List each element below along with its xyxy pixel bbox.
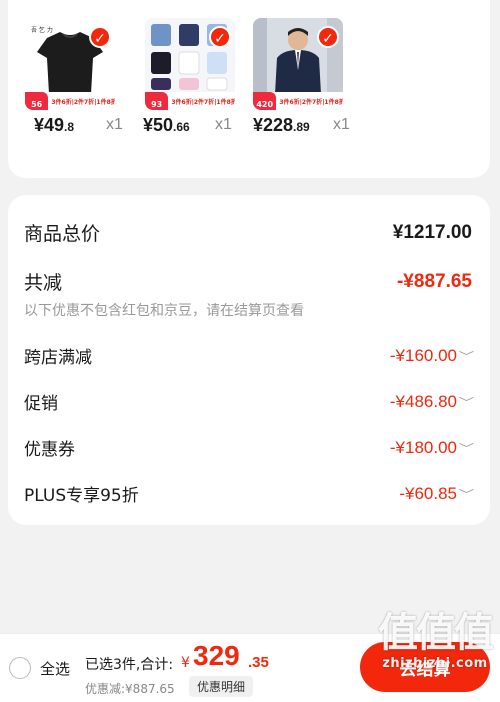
total-price-value: ¥1217.00 [392, 221, 472, 243]
total-reduction-row: 共减 -¥887.65 [24, 268, 472, 295]
sum-decimal: .35 [248, 654, 269, 671]
chevron-down-icon[interactable]: ﹀ [459, 394, 474, 410]
total-price-label: 商品总价 [24, 223, 101, 245]
sum-currency: ¥ [181, 655, 190, 671]
discount-row-plus[interactable]: PLUS专享95折 -¥60.85 ﹀ [24, 481, 474, 507]
sum-integer: 329 [193, 640, 240, 671]
price-summary-card: 商品总价 ¥1217.00 共减 -¥887.65 以下优惠不包含红包和京豆，请… [8, 195, 490, 525]
total-reduction-label: 共减 [24, 272, 63, 294]
svg-text:吾 乞 力: 吾 乞 力 [31, 26, 53, 34]
total-price-row: 商品总价 ¥1217.00 [24, 219, 472, 246]
discount-detail-button[interactable]: 优惠明细 [189, 676, 254, 697]
price-decimal: .66 [173, 120, 190, 134]
watermark-url: zhizhizhi.com [382, 656, 488, 671]
promo-strip: 93 3件6折|2件7折|1件8折 [145, 92, 235, 110]
promo-text: 3件6折|2件7折|1件8折 [279, 98, 343, 106]
price-decimal: .8 [64, 120, 75, 134]
quantity-label: x1 [333, 116, 350, 133]
discount-value: -¥160.00 [389, 345, 457, 365]
discount-label: 优惠券 [24, 440, 75, 460]
discount-label: 促销 [24, 394, 58, 414]
price-integer: ¥49 [34, 115, 65, 135]
discount-label: 跨店满减 [24, 348, 92, 368]
select-all-radio[interactable] [9, 657, 31, 679]
total-reduction-value: -¥887.65 [396, 270, 472, 292]
discount-row-coupon[interactable]: 优惠券 -¥180.00 ﹀ [24, 435, 474, 461]
product-image-shirts[interactable]: ✓ 93 3件6折|2件7折|1件8折 [145, 18, 235, 110]
discount-label: PLUS专享95折 [24, 486, 139, 506]
promo-price-badge: 93 [145, 92, 169, 110]
promo-strip: 420 3件6折|2件7折|1件8折 [253, 92, 343, 110]
chevron-down-icon[interactable]: ﹀ [459, 440, 474, 456]
discount-value: -¥486.80 [389, 391, 457, 411]
discount-row-cross-store[interactable]: 跨店满减 -¥160.00 ﹀ [24, 343, 474, 369]
price-integer: ¥228 [253, 115, 294, 135]
promo-price-badge: 56 [25, 92, 49, 110]
quantity-label: x1 [215, 116, 232, 133]
select-all-label[interactable]: 全选 [40, 658, 70, 679]
discount-note: 以下优惠不包含红包和京豆，请在结算页查看 [24, 303, 304, 319]
chevron-down-icon[interactable]: ﹀ [459, 348, 474, 364]
product-image-blazer[interactable]: ✓ 420 3件6折|2件7折|1件8折 [253, 18, 343, 110]
selected-count-label: 已选3件,合计: [85, 657, 174, 673]
selected-products-card: 吾 乞 力 ✓ 56 3件6折|2件7折|1件8折 ✓ 93 3件6折|2件7折… [8, 0, 490, 178]
price-decimal: .89 [293, 120, 310, 134]
discount-value: -¥180.00 [389, 437, 457, 457]
discount-row-promotion[interactable]: 促销 -¥486.80 ﹀ [24, 389, 474, 415]
chevron-down-icon[interactable]: ﹀ [459, 486, 474, 502]
product-price: ¥50.66 x1 [143, 115, 263, 136]
price-integer: ¥50 [143, 115, 174, 135]
discount-value: -¥60.85 [399, 483, 457, 503]
discount-summary: 优惠减:¥887.65 [85, 682, 175, 696]
quantity-label: x1 [106, 116, 123, 133]
checked-icon[interactable]: ✓ [209, 26, 231, 48]
promo-strip: 56 3件6折|2件7折|1件8折 [25, 92, 115, 110]
promo-price-badge: 420 [253, 92, 277, 110]
promo-text: 3件6折|2件7折|1件8折 [51, 98, 115, 106]
watermark: 值值值 zhizhizhi.com [378, 610, 494, 671]
watermark-logo: 值值值 [378, 610, 494, 656]
promo-text: 3件6折|2件7折|1件8折 [171, 98, 235, 106]
checked-icon[interactable]: ✓ [89, 26, 111, 48]
product-image-tshirt[interactable]: 吾 乞 力 ✓ 56 3件6折|2件7折|1件8折 [25, 18, 115, 110]
checked-icon[interactable]: ✓ [317, 26, 339, 48]
product-price: ¥228.89 x1 [253, 115, 373, 136]
product-price: ¥49.8 x1 [34, 115, 154, 136]
